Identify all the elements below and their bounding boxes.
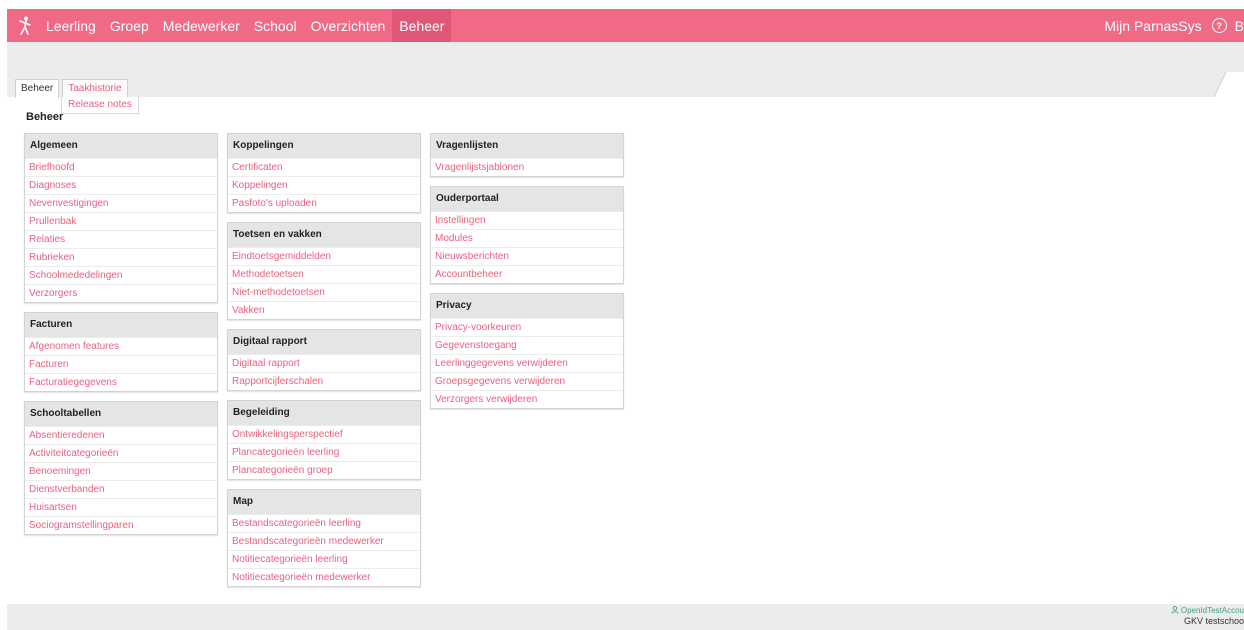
link-modules[interactable]: Modules [431, 229, 623, 247]
user-name: OpenIdTestAccou [1180, 606, 1244, 615]
panel-title: Koppelingen [228, 134, 420, 158]
account-menu-cut[interactable]: B [1235, 18, 1244, 34]
panel-vragenlijsten: Vragenlijsten Vragenlijstsjablonen [430, 133, 624, 177]
link-notitiecategorieen-leerling[interactable]: Notitiecategorieën leerling [228, 550, 420, 568]
link-niet-methodetoetsen[interactable]: Niet-methodetoetsen [228, 283, 420, 301]
link-verzorgers-verwijderen[interactable]: Verzorgers verwijderen [431, 390, 623, 408]
tab-beheer[interactable]: Beheer [15, 79, 60, 98]
link-prullenbak[interactable]: Prullenbak [25, 212, 217, 230]
link-bestandscategorieen-medewerker[interactable]: Bestandscategorieën medewerker [228, 532, 420, 550]
help-circle-icon[interactable]: ? [1211, 18, 1227, 33]
panel-title: Privacy [431, 294, 623, 318]
tab-band [7, 42, 1244, 97]
top-nav-bar: Leerling Groep Medewerker School Overzic… [7, 9, 1244, 42]
link-huisartsen[interactable]: Huisartsen [25, 498, 217, 516]
panel-privacy: Privacy Privacy-voorkeuren Gegevenstoega… [430, 293, 624, 409]
link-groepsgegevens-verwijderen[interactable]: Groepsgegevens verwijderen [431, 372, 623, 390]
nav-leerling[interactable]: Leerling [39, 9, 103, 42]
nav-school[interactable]: School [247, 9, 304, 42]
link-plancategorieen-leerling[interactable]: Plancategorieën leerling [228, 443, 420, 461]
link-eindtoetsgemiddelden[interactable]: Eindtoetsgemiddelden [228, 247, 420, 265]
link-rapportcijferschalen[interactable]: Rapportcijferschalen [228, 372, 420, 390]
column-1: Algemeen Briefhoofd Diagnoses Nevenvesti… [24, 133, 218, 544]
panel-algemeen: Algemeen Briefhoofd Diagnoses Nevenvesti… [24, 133, 218, 303]
panel-digitaal-rapport: Digitaal rapport Digitaal rapport Rappor… [227, 329, 421, 391]
main-nav: Leerling Groep Medewerker School Overzic… [39, 9, 452, 42]
panel-begeleiding: Begeleiding Ontwikkelingsperspectief Pla… [227, 400, 421, 480]
link-vragenlijstsjablonen[interactable]: Vragenlijstsjablonen [431, 158, 623, 176]
footer-user-info: OpenIdTestAccou GKV testschoo [1170, 606, 1244, 626]
page-title: Beheer [26, 111, 64, 123]
link-privacy-voorkeuren[interactable]: Privacy-voorkeuren [431, 318, 623, 336]
link-plancategorieen-groep[interactable]: Plancategorieën groep [228, 461, 420, 479]
nav-overzichten[interactable]: Overzichten [304, 9, 393, 42]
release-notes-link[interactable]: Release notes [61, 97, 139, 114]
panel-ouderportaal: Ouderportaal Instellingen Modules Nieuws… [430, 186, 624, 284]
link-accountbeheer[interactable]: Accountbeheer [431, 265, 623, 283]
link-nieuwsberichten[interactable]: Nieuwsberichten [431, 247, 623, 265]
school-name: GKV testschoo [1183, 616, 1244, 626]
panel-title: Begeleiding [228, 401, 420, 425]
tab-taakhistorie[interactable]: Taakhistorie [62, 79, 128, 97]
mijn-parnassys-link[interactable]: Mijn ParnasSys [1104, 18, 1201, 34]
panel-schooltabellen: Schooltabellen Absentieredenen Activitei… [24, 401, 218, 535]
link-pasfotos-uploaden[interactable]: Pasfoto's uploaden [228, 194, 420, 212]
link-schoolmededelingen[interactable]: Schoolmededelingen [25, 266, 217, 284]
nav-medewerker[interactable]: Medewerker [156, 9, 247, 42]
link-activiteitcategorieen[interactable]: Activiteitcategorieën [25, 444, 217, 462]
panel-title: Vragenlijsten [431, 134, 623, 158]
panel-title: Facturen [25, 313, 217, 337]
panel-title: Digitaal rapport [228, 330, 420, 354]
link-methodetoetsen[interactable]: Methodetoetsen [228, 265, 420, 283]
link-dienstverbanden[interactable]: Dienstverbanden [25, 480, 217, 498]
panel-facturen: Facturen Afgenomen features Facturen Fac… [24, 312, 218, 392]
panel-title: Map [228, 490, 420, 514]
link-vakken[interactable]: Vakken [228, 301, 420, 319]
column-3: Vragenlijsten Vragenlijstsjablonen Ouder… [430, 133, 624, 418]
link-sociogramstellingparen[interactable]: Sociogramstellingparen [25, 516, 217, 534]
link-verzorgers[interactable]: Verzorgers [25, 284, 217, 302]
link-relaties[interactable]: Relaties [25, 230, 217, 248]
panel-map: Map Bestandscategorieën leerling Bestand… [227, 489, 421, 587]
link-absentieredenen[interactable]: Absentieredenen [25, 426, 217, 444]
link-digitaal-rapport[interactable]: Digitaal rapport [228, 354, 420, 372]
link-gegevenstoegang[interactable]: Gegevenstoegang [431, 336, 623, 354]
link-ontwikkelingsperspectief[interactable]: Ontwikkelingsperspectief [228, 425, 420, 443]
link-facturen[interactable]: Facturen [25, 355, 217, 373]
panel-toetsen-en-vakken: Toetsen en vakken Eindtoetsgemiddelden M… [227, 222, 421, 320]
column-2: Koppelingen Certificaten Koppelingen Pas… [227, 133, 421, 596]
tab-strip: Beheer Taakhistorie [15, 79, 131, 98]
link-leerlinggegevens-verwijderen[interactable]: Leerlinggegevens verwijderen [431, 354, 623, 372]
band-corner-decoration [1214, 72, 1244, 97]
link-diagnoses[interactable]: Diagnoses [25, 176, 217, 194]
nav-beheer[interactable]: Beheer [392, 9, 452, 42]
panel-koppelingen: Koppelingen Certificaten Koppelingen Pas… [227, 133, 421, 213]
link-benoemingen[interactable]: Benoemingen [25, 462, 217, 480]
top-right-menu: Mijn ParnasSys ? B [1094, 9, 1244, 42]
link-instellingen[interactable]: Instellingen [431, 211, 623, 229]
link-facturatiegegevens[interactable]: Facturatiegegevens [25, 373, 217, 391]
link-briefhoofd[interactable]: Briefhoofd [25, 158, 217, 176]
link-nevenvestigingen[interactable]: Nevenvestigingen [25, 194, 217, 212]
link-afgenomen-features[interactable]: Afgenomen features [25, 337, 217, 355]
nav-groep[interactable]: Groep [103, 9, 156, 42]
link-certificaten[interactable]: Certificaten [228, 158, 420, 176]
user-account-link[interactable]: OpenIdTestAccou [1170, 606, 1244, 616]
link-bestandscategorieen-leerling[interactable]: Bestandscategorieën leerling [228, 514, 420, 532]
panel-title: Ouderportaal [431, 187, 623, 211]
panel-title: Schooltabellen [25, 402, 217, 426]
link-notitiecategorieen-medewerker[interactable]: Notitiecategorieën medewerker [228, 568, 420, 586]
footer-bar [7, 604, 1244, 630]
user-icon [1170, 606, 1179, 614]
panel-title: Algemeen [25, 134, 217, 158]
panel-title: Toetsen en vakken [228, 223, 420, 247]
dancer-logo-icon[interactable] [11, 9, 39, 42]
link-rubrieken[interactable]: Rubrieken [25, 248, 217, 266]
link-koppelingen[interactable]: Koppelingen [228, 176, 420, 194]
